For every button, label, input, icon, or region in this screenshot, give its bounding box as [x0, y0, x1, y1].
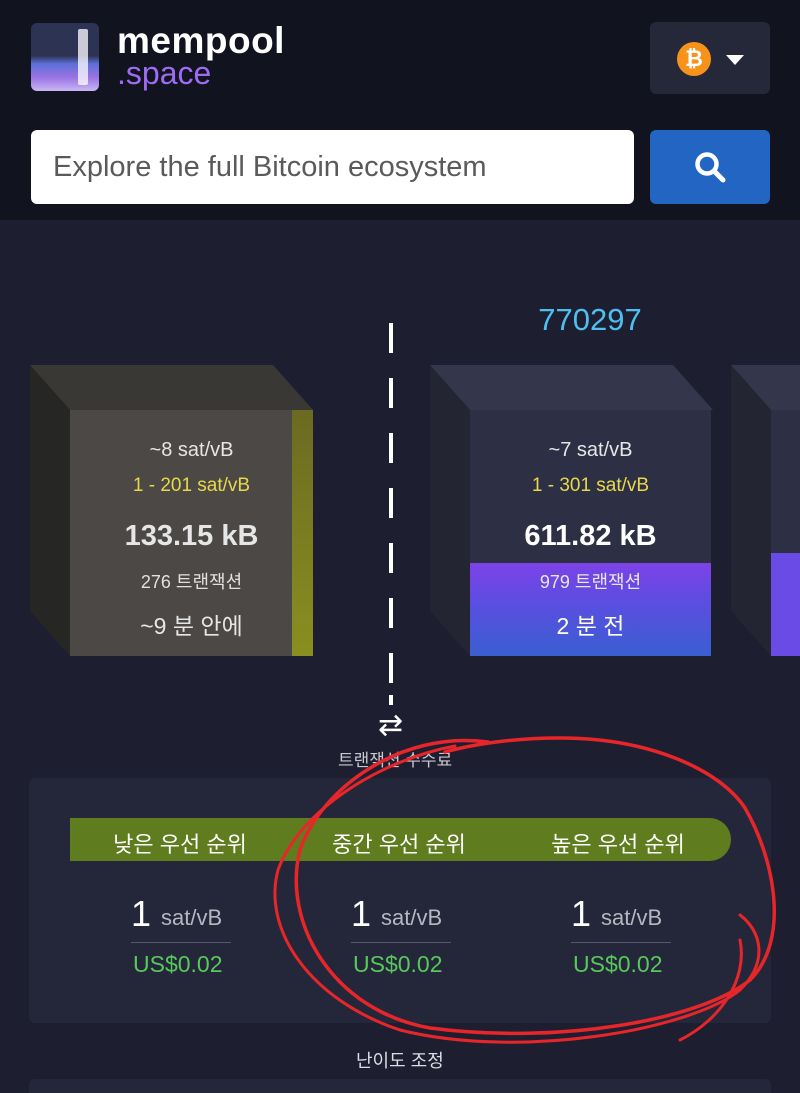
priority-label-medium: 중간 우선 순위: [332, 832, 466, 857]
search-input[interactable]: [31, 130, 634, 204]
fee-usd: US$0.02: [573, 951, 663, 977]
divider-dash: [389, 488, 393, 518]
fee-range: 1 - 201 sat/vB: [132, 475, 251, 496]
fee-estimates-card: 낮은 우선 순위 중간 우선 순위 높은 우선 순위 1 sat/vB US$0…: [29, 778, 771, 1023]
priority-bar: 낮은 우선 순위 중간 우선 순위 높은 우선 순위: [70, 818, 731, 861]
tx-count: 979 트랜잭션: [539, 572, 642, 592]
fee-value: 1: [571, 893, 592, 934]
fee-unit: sat/vB: [161, 905, 223, 930]
network-selector-button[interactable]: ₿: [650, 22, 770, 94]
search-button[interactable]: [650, 130, 770, 204]
fee-value: 1: [351, 893, 372, 934]
median-fee: ~7 sat/vB: [548, 439, 633, 461]
divider-dash: [389, 598, 393, 628]
divider-dash: [389, 695, 393, 705]
divider-dash: [389, 378, 393, 408]
next-block-cube-shape: [731, 365, 800, 656]
fee-usd: US$0.02: [353, 951, 443, 977]
mempool-block-face: ~8 sat/vB 1 - 201 sat/vB 133.15 kB 276 트…: [70, 410, 313, 656]
divider-dash: [389, 543, 393, 573]
bitcoin-icon: ₿: [677, 42, 711, 76]
fee-range: 1 - 301 sat/vB: [531, 475, 650, 496]
eta: ~9 분 안에: [140, 613, 243, 639]
fee-value: 1: [131, 893, 152, 934]
block-height-link[interactable]: 770297: [470, 302, 710, 338]
block-size: 611.82 kB: [524, 520, 657, 552]
mempool-logo-icon[interactable]: [31, 23, 99, 91]
search-icon: [695, 152, 726, 183]
brand-domain[interactable]: .space: [117, 55, 211, 92]
arrows-exchange-icon[interactable]: ⇄: [378, 708, 403, 743]
time-ago: 2 분 전: [556, 613, 625, 639]
fee-underline: [131, 942, 231, 943]
chevron-down-icon: [726, 55, 744, 65]
fee-usd: US$0.02: [133, 951, 223, 977]
fee-unit: sat/vB: [601, 905, 663, 930]
priority-label-high: 높은 우선 순위: [551, 832, 685, 857]
fee-underline: [571, 942, 671, 943]
priority-label-low: 낮은 우선 순위: [113, 832, 247, 857]
divider-dash: [389, 323, 393, 353]
difficulty-card: [29, 1079, 771, 1093]
mined-block-face: ~7 sat/vB 1 - 301 sat/vB 611.82 kB 979 트…: [470, 410, 711, 656]
divider-dash: [389, 433, 393, 463]
top-header: mempool .space ₿: [0, 0, 800, 220]
block-size: 133.15 kB: [124, 520, 259, 552]
divider-dash: [389, 653, 393, 683]
difficulty-heading: 난이도 조정: [356, 1051, 444, 1071]
median-fee: ~8 sat/vB: [149, 439, 234, 461]
fee-unit: sat/vB: [381, 905, 443, 930]
tx-count: 276 트랜잭션: [140, 572, 243, 592]
fee-underline: [351, 942, 451, 943]
divider-label: 트랜잭션 수수료: [338, 751, 453, 770]
